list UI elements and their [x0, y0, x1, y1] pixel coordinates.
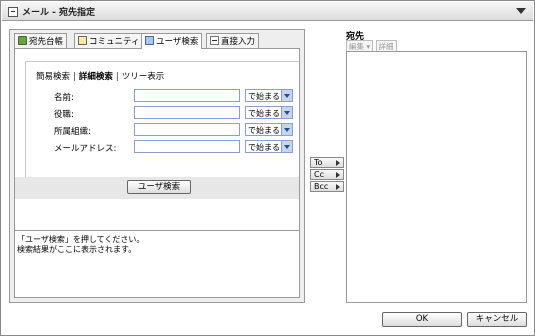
title-bar: メール - 宛先指定 [2, 2, 533, 21]
search-panel: 宛先台帳 コミュニティ ユーザ検索 直接入力 簡易検索 | 詳細検索 | ツリー表示 名… [9, 29, 305, 303]
dropdown-arrow-icon[interactable] [281, 124, 292, 135]
select-value: で始まる [248, 109, 280, 118]
tab-label: 宛先台帳 [29, 37, 64, 47]
simple-search-link[interactable]: 簡易検索 [36, 72, 70, 82]
dropdown-arrow-icon[interactable] [281, 107, 292, 118]
name-label: 名前: [54, 93, 74, 103]
tab-label: 直接入力 [221, 37, 256, 47]
title-match-select[interactable]: で始まる [245, 106, 293, 119]
tab-user-search[interactable]: ユーザ検索 [141, 33, 203, 49]
search-form: 簡易検索 | 詳細検索 | ツリー表示 名前: で始まる 役職: で始まる 所属… [25, 61, 299, 191]
name-row: 名前: で始まる [26, 89, 298, 103]
separator: | [73, 72, 76, 82]
community-icon [78, 36, 87, 45]
name-input[interactable] [134, 89, 240, 102]
tree-view-link[interactable]: ツリー表示 [122, 72, 165, 82]
organization-row: 所属組織: で始まる [26, 123, 298, 137]
result-message-line: 「ユーザ検索」を押してください。 [17, 235, 145, 244]
dialog-title: メール - 宛先指定 [22, 8, 96, 18]
add-cc-button[interactable]: Cc [310, 169, 344, 180]
search-mode-links: 簡易検索 | 詳細検索 | ツリー表示 [36, 70, 164, 82]
mail-recipient-dialog: メール - 宛先指定 宛先台帳 コミュニティ ユーザ検索 直接入力 簡易検索 | 詳… [0, 0, 535, 336]
direct-input-icon [210, 36, 219, 45]
add-to-button[interactable]: To [310, 157, 344, 168]
search-button-bar: ユーザ検索 [15, 177, 299, 199]
name-match-select[interactable]: で始まる [245, 89, 293, 102]
chevron-down-icon[interactable] [516, 8, 526, 14]
user-search-button[interactable]: ユーザ検索 [127, 180, 191, 194]
user-search-icon [145, 36, 154, 45]
select-value: で始まる [248, 92, 280, 101]
title-label: 役職: [54, 110, 74, 120]
detail-search-link[interactable]: 詳細検索 [79, 72, 113, 82]
organization-label: 所属組織: [54, 127, 91, 137]
organization-input[interactable] [134, 123, 240, 136]
select-value: で始まる [248, 143, 280, 152]
search-results: 「ユーザ検索」を押してください。 検索結果がここに表示されます。 [15, 230, 299, 297]
result-message-line: 検索結果がここに表示されます。 [17, 245, 137, 254]
email-row: メールアドレス: で始まる [26, 140, 298, 154]
tab-content: 簡易検索 | 詳細検索 | ツリー表示 名前: で始まる 役職: で始まる 所属… [14, 48, 300, 298]
address-book-icon [18, 36, 27, 45]
dropdown-arrow-icon[interactable] [281, 90, 292, 101]
tab-label: コミュニティ [89, 37, 140, 47]
email-input[interactable] [134, 140, 240, 153]
recipients-list[interactable] [346, 51, 527, 303]
title-row: 役職: で始まる [26, 106, 298, 120]
organization-match-select[interactable]: で始まる [245, 123, 293, 136]
dropdown-arrow-icon[interactable] [281, 141, 292, 152]
select-value: で始まる [248, 126, 280, 135]
cancel-button[interactable]: キャンセル [467, 312, 527, 327]
email-label: メールアドレス: [54, 144, 117, 154]
title-input[interactable] [134, 106, 240, 119]
tab-address-book[interactable]: 宛先台帳 [14, 33, 68, 48]
collapse-icon[interactable] [8, 7, 18, 17]
ok-button[interactable]: OK [382, 312, 462, 327]
separator: | [115, 72, 119, 82]
tab-community[interactable]: コミュニティ [74, 33, 144, 48]
recipients-toolbar: 編集 ▾ 詳細 [346, 40, 527, 53]
email-match-select[interactable]: で始まる [245, 140, 293, 153]
tab-direct-input[interactable]: 直接入力 [206, 33, 260, 48]
add-bcc-button[interactable]: Bcc [310, 181, 344, 192]
tab-label: ユーザ検索 [156, 37, 199, 47]
